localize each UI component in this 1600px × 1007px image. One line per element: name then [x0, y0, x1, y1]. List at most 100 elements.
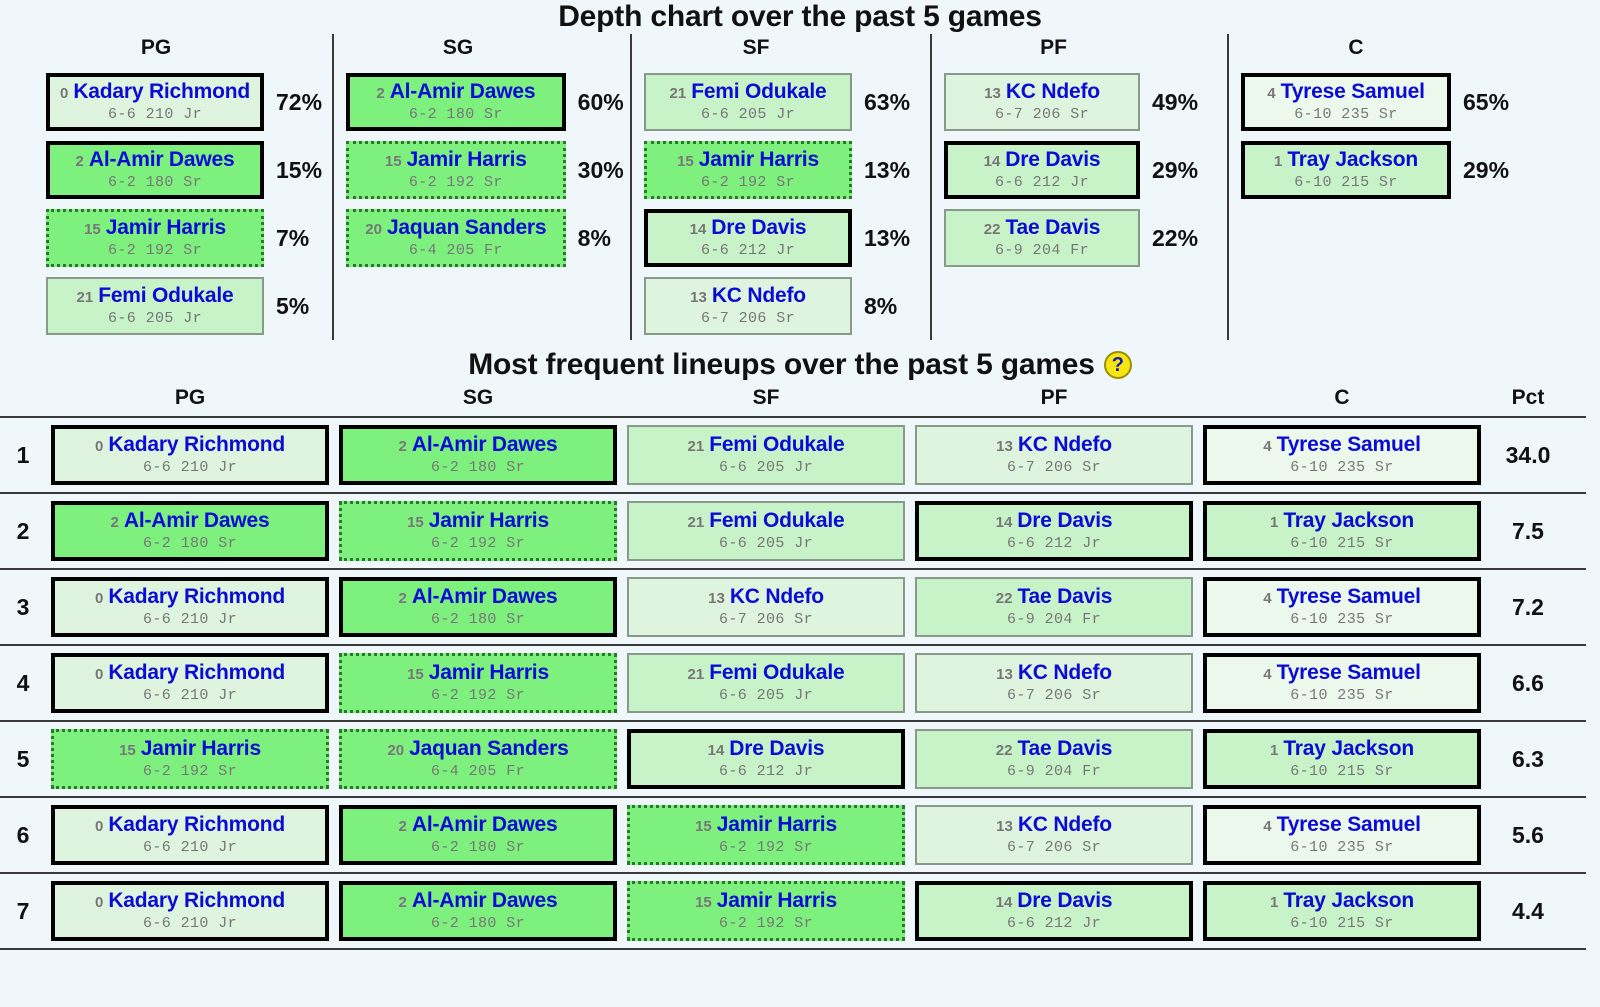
player-name: Dre Davis	[711, 216, 807, 239]
player-name-line: 15 Jamir Harris	[407, 510, 549, 531]
lineup-slot: 22 Tae Davis 6-9 204 Fr	[910, 577, 1198, 637]
player-card[interactable]: 14 Dre Davis 6-6 212 Jr	[944, 141, 1140, 199]
player-card[interactable]: 21 Femi Odukale 6-6 205 Jr	[627, 501, 905, 561]
player-measurables: 6-10 235 Sr	[1290, 611, 1394, 628]
depth-row: 14 Dre Davis 6-6 212 Jr 29%	[944, 136, 1227, 204]
player-card[interactable]: 2 Al-Amir Dawes 6-2 180 Sr	[339, 577, 617, 637]
lineup-row[interactable]: 6 0 Kadary Richmond 6-6 210 Jr 2 Al-Amir Dawe…	[0, 796, 1586, 872]
player-card[interactable]: 14 Dre Davis 6-6 212 Jr	[644, 209, 852, 267]
player-card[interactable]: 4 Tyrese Samuel 6-10 235 Sr	[1203, 425, 1481, 485]
player-jersey-number: 0	[94, 894, 104, 911]
player-card[interactable]: 13 KC Ndefo 6-7 206 Sr	[915, 425, 1193, 485]
player-name-line: 20 Jaquan Sanders	[365, 217, 546, 238]
lineup-slot: 21 Femi Odukale 6-6 205 Jr	[622, 653, 910, 713]
player-card[interactable]: 15 Jamir Harris 6-2 192 Sr	[46, 209, 264, 267]
player-measurables: 6-2 192 Sr	[142, 763, 237, 780]
player-card[interactable]: 2 Al-Amir Dawes 6-2 180 Sr	[46, 141, 264, 199]
player-card[interactable]: 14 Dre Davis 6-6 212 Jr	[627, 729, 905, 789]
player-name: Jamir Harris	[428, 509, 549, 532]
player-name: Dre Davis	[1017, 889, 1113, 912]
lineup-slot: 21 Femi Odukale 6-6 205 Jr	[622, 425, 910, 485]
player-card[interactable]: 1 Tray Jackson 6-10 215 Sr	[1203, 729, 1481, 789]
player-card[interactable]: 13 KC Ndefo 6-7 206 Sr	[944, 73, 1140, 131]
player-card[interactable]: 2 Al-Amir Dawes 6-2 180 Sr	[339, 881, 617, 941]
player-card[interactable]: 0 Kadary Richmond 6-6 210 Jr	[51, 881, 329, 941]
player-card[interactable]: 0 Kadary Richmond 6-6 210 Jr	[46, 73, 264, 131]
player-name-line: 14 Dre Davis	[984, 149, 1101, 170]
player-card[interactable]: 13 KC Ndefo 6-7 206 Sr	[627, 577, 905, 637]
lineup-slot: 15 Jamir Harris 6-2 192 Sr	[334, 653, 622, 713]
player-card[interactable]: 0 Kadary Richmond 6-6 210 Jr	[51, 425, 329, 485]
lineup-slot: 13 KC Ndefo 6-7 206 Sr	[622, 577, 910, 637]
player-card[interactable]: 20 Jaquan Sanders 6-4 205 Fr	[339, 729, 617, 789]
player-name-line: 21 Femi Odukale	[688, 662, 845, 683]
player-card[interactable]: 15 Jamir Harris 6-2 192 Sr	[627, 881, 905, 941]
player-card[interactable]: 15 Jamir Harris 6-2 192 Sr	[339, 653, 617, 713]
player-card[interactable]: 2 Al-Amir Dawes 6-2 180 Sr	[346, 73, 566, 131]
question-mark-icon[interactable]: ?	[1103, 351, 1132, 379]
player-card[interactable]: 15 Jamir Harris 6-2 192 Sr	[627, 805, 905, 865]
player-name: Jamir Harris	[406, 148, 527, 171]
lineup-rank: 4	[16, 669, 30, 696]
player-card[interactable]: 20 Jaquan Sanders 6-4 205 Fr	[346, 209, 566, 267]
lineup-row[interactable]: 2 2 Al-Amir Dawes 6-2 180 Sr 15 Jamir Harris 6…	[0, 492, 1586, 568]
player-card[interactable]: 13 KC Ndefo 6-7 206 Sr	[644, 277, 852, 335]
player-card[interactable]: 2 Al-Amir Dawes 6-2 180 Sr	[51, 501, 329, 561]
player-card[interactable]: 15 Jamir Harris 6-2 192 Sr	[339, 501, 617, 561]
player-card[interactable]: 21 Femi Odukale 6-6 205 Jr	[627, 425, 905, 485]
lineups-position-header: PF	[1040, 386, 1068, 409]
player-name: Jamir Harris	[716, 889, 837, 912]
player-card[interactable]: 15 Jamir Harris 6-2 192 Sr	[51, 729, 329, 789]
player-card[interactable]: 15 Jamir Harris 6-2 192 Sr	[346, 141, 566, 199]
player-jersey-number: 2	[398, 818, 407, 835]
player-name: Tyrese Samuel	[1276, 661, 1421, 684]
player-card[interactable]: 22 Tae Davis 6-9 204 Fr	[944, 209, 1140, 267]
player-card[interactable]: 1 Tray Jackson 6-10 215 Sr	[1203, 501, 1481, 561]
player-card[interactable]: 21 Femi Odukale 6-6 205 Jr	[644, 73, 852, 131]
player-name: Femi Odukale	[691, 80, 827, 103]
player-card[interactable]: 0 Kadary Richmond 6-6 210 Jr	[51, 577, 329, 637]
player-card[interactable]: 22 Tae Davis 6-9 204 Fr	[915, 729, 1193, 789]
player-jersey-number: 0	[94, 590, 104, 607]
player-card[interactable]: 0 Kadary Richmond 6-6 210 Jr	[51, 653, 329, 713]
player-card[interactable]: 4 Tyrese Samuel 6-10 235 Sr	[1203, 805, 1481, 865]
player-measurables: 6-2 192 Sr	[700, 174, 795, 191]
player-name: Kadary Richmond	[108, 433, 286, 456]
player-card[interactable]: 22 Tae Davis 6-9 204 Fr	[915, 577, 1193, 637]
player-card[interactable]: 4 Tyrese Samuel 6-10 235 Sr	[1241, 73, 1451, 131]
player-measurables: 6-2 180 Sr	[107, 174, 202, 191]
depth-column-sg: SG 2 Al-Amir Dawes 6-2 180 Sr 60% 15 Jamir Har…	[332, 34, 630, 340]
player-name-line: 15 Jamir Harris	[119, 738, 261, 759]
player-name: Al-Amir Dawes	[123, 509, 270, 532]
lineup-row[interactable]: 4 0 Kadary Richmond 6-6 210 Jr 15 Jamir Harri…	[0, 644, 1586, 720]
player-card[interactable]: 21 Femi Odukale 6-6 205 Jr	[46, 277, 264, 335]
player-card[interactable]: 15 Jamir Harris 6-2 192 Sr	[644, 141, 852, 199]
player-name: Tyrese Samuel	[1276, 585, 1421, 608]
lineup-pct: 4.4	[1512, 897, 1544, 924]
depth-column-c: C 4 Tyrese Samuel 6-10 235 Sr 65% 1 Tray Jacks…	[1227, 34, 1541, 340]
lineup-row[interactable]: 1 0 Kadary Richmond 6-6 210 Jr 2 Al-Amir Dawe…	[0, 416, 1586, 492]
player-card[interactable]: 1 Tray Jackson 6-10 215 Sr	[1203, 881, 1481, 941]
lineup-row[interactable]: 7 0 Kadary Richmond 6-6 210 Jr 2 Al-Amir Dawe…	[0, 872, 1586, 950]
player-card[interactable]: 2 Al-Amir Dawes 6-2 180 Sr	[339, 805, 617, 865]
lineup-pct: 6.3	[1512, 745, 1544, 772]
player-card[interactable]: 4 Tyrese Samuel 6-10 235 Sr	[1203, 577, 1481, 637]
player-jersey-number: 13	[996, 666, 1013, 683]
player-card[interactable]: 2 Al-Amir Dawes 6-2 180 Sr	[339, 425, 617, 485]
lineup-row[interactable]: 5 15 Jamir Harris 6-2 192 Sr 20 Jaquan Sander…	[0, 720, 1586, 796]
lineup-slot: 2 Al-Amir Dawes 6-2 180 Sr	[46, 501, 334, 561]
lineup-row[interactable]: 3 0 Kadary Richmond 6-6 210 Jr 2 Al-Amir Dawe…	[0, 568, 1586, 644]
player-card[interactable]: 0 Kadary Richmond 6-6 210 Jr	[51, 805, 329, 865]
lineup-pct: 34.0	[1505, 441, 1551, 468]
player-card[interactable]: 14 Dre Davis 6-6 212 Jr	[915, 501, 1193, 561]
lineup-slot: 0 Kadary Richmond 6-6 210 Jr	[46, 425, 334, 485]
player-card[interactable]: 13 KC Ndefo 6-7 206 Sr	[915, 805, 1193, 865]
player-card[interactable]: 4 Tyrese Samuel 6-10 235 Sr	[1203, 653, 1481, 713]
player-name: KC Ndefo	[729, 585, 824, 608]
player-card[interactable]: 1 Tray Jackson 6-10 215 Sr	[1241, 141, 1451, 199]
player-card[interactable]: 13 KC Ndefo 6-7 206 Sr	[915, 653, 1193, 713]
player-measurables: 6-2 180 Sr	[430, 915, 525, 932]
player-name: Jamir Harris	[105, 216, 226, 239]
player-card[interactable]: 14 Dre Davis 6-6 212 Jr	[915, 881, 1193, 941]
player-card[interactable]: 21 Femi Odukale 6-6 205 Jr	[627, 653, 905, 713]
